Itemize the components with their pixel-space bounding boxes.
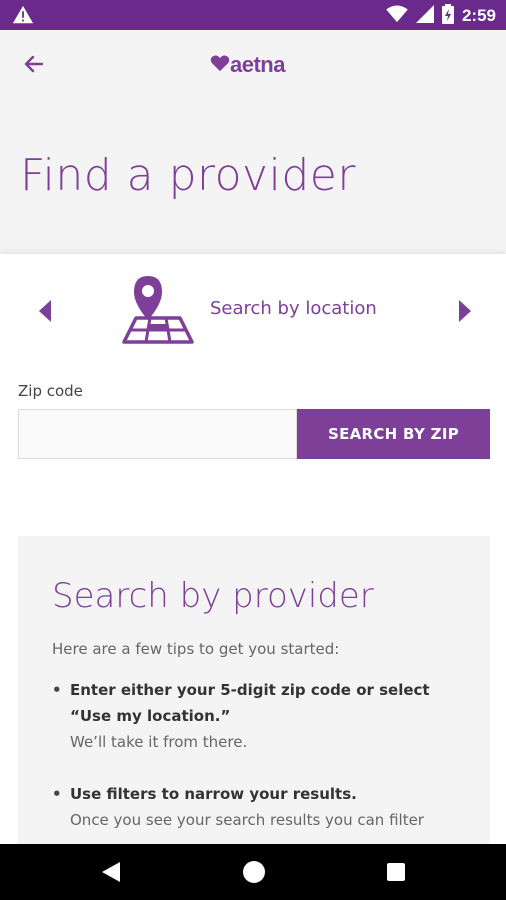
search-card: Search by location Zip code SEARCH BY ZI… [0,254,506,856]
map-pin-icon [122,274,194,348]
tip-item: • Enter either your 5-digit zip code or … [52,677,472,755]
warning-icon [12,4,34,30]
bullet: • [52,785,62,803]
heart-icon [210,54,230,76]
back-button[interactable] [18,50,50,82]
wifi-icon [386,5,408,27]
previous-mode-button[interactable] [34,296,58,326]
tip-text: Once you see your search results you can… [70,811,424,829]
system-nav-bar [0,844,506,900]
caret-left-icon [34,300,58,330]
arrow-left-icon [22,52,46,80]
status-bar: 2:59 [0,0,506,30]
nav-home-button[interactable] [240,858,268,886]
search-mode-carousel: Search by location [0,272,506,352]
status-time: 2:59 [461,6,496,25]
triangle-back-icon [98,862,126,890]
tip-heading: Use filters to narrow your results. [70,785,357,803]
next-mode-button[interactable] [452,296,476,326]
signal-icon [415,5,434,27]
app-bar: aetna [0,30,506,100]
search-mode-label: Search by location [210,298,377,319]
nav-back-button[interactable] [98,858,126,886]
zip-label: Zip code [18,382,83,400]
battery-icon [441,4,454,28]
tips-intro: Here are a few tips to get you started: [52,640,340,658]
zip-code-input[interactable] [18,409,297,459]
page-title: Find a provider [20,150,356,201]
aetna-logo: aetna [210,52,285,78]
search-by-zip-button[interactable]: SEARCH BY ZIP [297,409,490,459]
tips-card: Search by provider Here are a few tips t… [18,536,490,856]
tip-heading: Enter either your 5-digit zip code or se… [70,681,430,725]
bullet: • [52,681,62,699]
logo-text: aetna [230,52,285,77]
nav-recents-button[interactable] [382,858,410,886]
tips-title: Search by provider [52,576,374,616]
tip-item: • Use filters to narrow your results. On… [52,781,472,833]
caret-right-icon [452,300,476,330]
tip-text: We’ll take it from there. [70,733,248,751]
square-recents-icon [382,863,410,890]
circle-home-icon [240,861,268,890]
